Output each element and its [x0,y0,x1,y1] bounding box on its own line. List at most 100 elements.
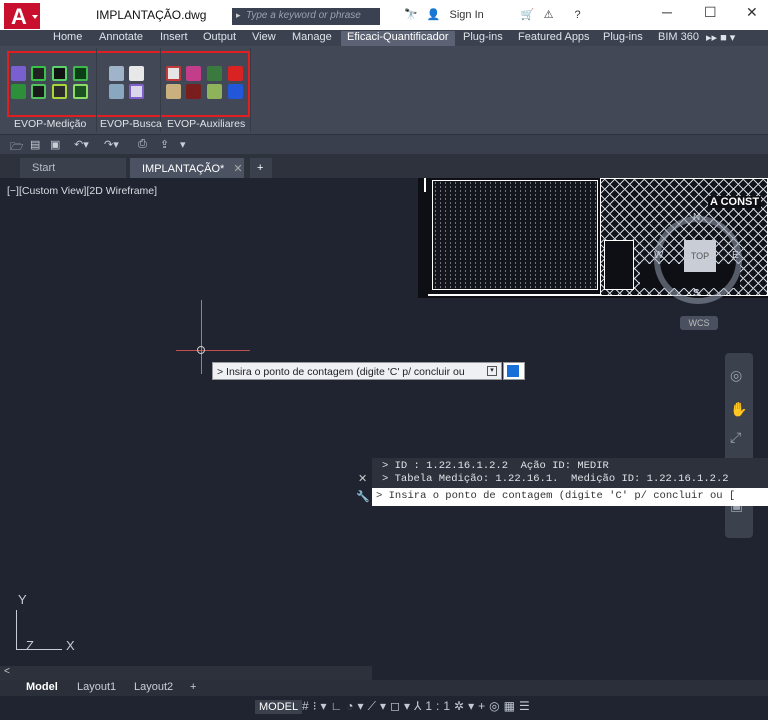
minimize-button[interactable]: ─ [662,4,672,20]
zoom-extents-icon[interactable]: ⤢ [730,429,741,446]
viewport-controls-label[interactable]: [−][Custom View][2D Wireframe] [7,185,157,197]
annotation-icon[interactable]: ⅄ [414,699,425,713]
customize-icon[interactable]: ☰ [519,699,534,713]
measure-polyline-icon[interactable] [52,66,67,81]
tab-document[interactable]: IMPLANTAÇÃO* ✕ [130,158,244,178]
new-tab-button[interactable]: + [250,158,272,178]
title-tools: 🔭 👤 Sign In 🛒 ⚠ ? [404,8,587,21]
snap-icon[interactable]: ⁝▾ [313,699,331,713]
workspace-icon[interactable]: ✲▾ [454,699,478,713]
tab-layout1[interactable]: Layout1 [77,681,116,693]
tab-featured-apps[interactable]: Featured Apps [518,31,590,43]
search-block-icon[interactable] [109,84,124,99]
measure-edge-icon[interactable] [31,84,46,99]
autocad-logo-icon[interactable]: A [4,3,40,29]
drawing-frame-left [418,178,600,298]
aux-report-icon[interactable] [166,66,181,81]
isodraft-icon[interactable]: ⟋▾ [368,699,390,713]
search-expand-icon[interactable]: ▸ [236,10,241,21]
binoculars-icon[interactable]: 🔭 [404,9,418,21]
viewcube-south[interactable]: S [693,288,700,299]
viewcube-top-face[interactable]: TOP [684,240,716,272]
new-layout-button[interactable]: + [190,681,196,693]
plot-icon[interactable]: ⎙ [138,138,147,151]
panel-evop-busca[interactable]: EVOP-Busca [100,118,162,130]
cmd-close-icon[interactable]: ✕ [358,472,367,485]
tab-start[interactable]: Start [20,158,126,178]
measure-line-icon[interactable] [31,66,46,81]
add-icon[interactable]: + [478,699,489,713]
drawing-viewport[interactable]: [−][Custom View][2D Wireframe] A CONST T… [0,178,768,662]
aux-person-icon[interactable] [186,84,201,99]
tab-layout2[interactable]: Layout2 [134,681,173,693]
new-icon[interactable]: ▤ [30,138,40,151]
aux-color-icon[interactable] [186,66,201,81]
tab-annotate[interactable]: Annotate [99,31,143,43]
pan-icon[interactable]: ✋ [730,401,747,418]
quick-access-toolbar: 🗁 ▤ ▣ ↶▾ ↷▾ ⎙ ⇪ ▾ [0,134,768,154]
tab-model[interactable]: Model [26,681,58,693]
tab-plug-ins-2[interactable]: Plug-ins [603,31,643,43]
more-tabs-icon[interactable]: ▸▸ ■ ▾ [706,31,735,44]
maximize-button[interactable]: ☐ [704,4,717,21]
measure-count-icon[interactable] [11,66,26,81]
options-arrow-icon[interactable]: ▾ [487,366,497,376]
grid-icon[interactable]: # [302,699,313,713]
horizontal-scrollbar[interactable]: < [0,666,372,680]
viewcube-east[interactable]: E [732,250,739,261]
scale-label[interactable]: 1:1 [425,699,454,713]
undo-icon[interactable]: ↶▾ [74,138,89,151]
measure-region-icon[interactable] [73,84,88,99]
model-space-button[interactable]: MODEL [255,700,303,714]
close-button[interactable]: ✕ [746,4,758,21]
search-input[interactable]: ▸ Type a keyword or phrase [232,8,380,25]
tab-manage[interactable]: Manage [292,31,332,43]
exchange-icon[interactable]: ⚠ [544,9,554,21]
steering-wheel-icon[interactable]: ◎ [730,367,742,384]
command-input[interactable]: > Insira o ponto de contagem (digite 'C'… [372,488,768,506]
measure-segment-icon[interactable] [11,84,26,99]
scroll-left-icon[interactable]: < [4,666,10,677]
tab-view[interactable]: View [252,31,276,43]
cmd-history-line: > Tabela Medição: 1.22.16.1. Medição ID:… [382,473,729,485]
help-icon[interactable]: ? [575,9,581,21]
aux-sheet-icon[interactable] [166,84,181,99]
ortho-icon[interactable]: ∟ [331,699,347,713]
aux-table-icon[interactable] [207,66,222,81]
redo-icon[interactable]: ↷▾ [104,138,119,151]
tab-eficaci-quantificador[interactable]: Eficaci-Quantificador [341,31,455,46]
search-object-icon[interactable] [109,66,124,81]
aux-down-blue-icon[interactable] [228,84,243,99]
tab-close-icon[interactable]: ✕ [233,163,242,175]
hardware-icon[interactable]: ▦ [504,699,519,713]
measure-length-icon[interactable] [52,84,67,99]
isolate-icon[interactable]: ◎ [489,699,503,713]
tab-home[interactable]: Home [53,31,82,43]
tab-insert[interactable]: Insert [160,31,188,43]
osnap-icon[interactable]: ◻▾ [390,699,414,713]
tab-plug-ins[interactable]: Plug-ins [463,31,503,43]
panel-evop-medicao[interactable]: EVOP-Medição [14,118,86,130]
wcs-menu[interactable]: WCS [680,316,718,330]
search-help-icon[interactable] [129,84,144,99]
cmd-customize-icon[interactable]: 🔧 [356,490,370,503]
search-layer-icon[interactable] [129,66,144,81]
share-icon[interactable]: ⇪ [160,138,169,151]
polar-icon[interactable]: ◔▾ [346,699,367,713]
viewcube-west[interactable]: W [654,250,663,261]
aux-export-icon[interactable] [207,84,222,99]
tab-bim-360[interactable]: BIM 360 [658,31,699,43]
tab-output[interactable]: Output [203,31,236,43]
panel-separator [96,48,97,132]
measure-area-icon[interactable] [73,66,88,81]
dynamic-input-field[interactable] [503,362,525,380]
aux-down-red-icon[interactable] [228,66,243,81]
sign-in-link[interactable]: Sign In [450,9,484,21]
ucs-y-axis [16,610,17,650]
qat-dropdown-icon[interactable]: ▾ [180,138,186,151]
user-icon[interactable]: 👤 [427,9,441,21]
panel-evop-auxiliares[interactable]: EVOP-Auxiliares [167,118,245,130]
viewcube-north[interactable]: N [693,212,700,223]
save-icon[interactable]: ▣ [50,138,60,151]
cart-icon[interactable]: 🛒 [521,9,535,21]
